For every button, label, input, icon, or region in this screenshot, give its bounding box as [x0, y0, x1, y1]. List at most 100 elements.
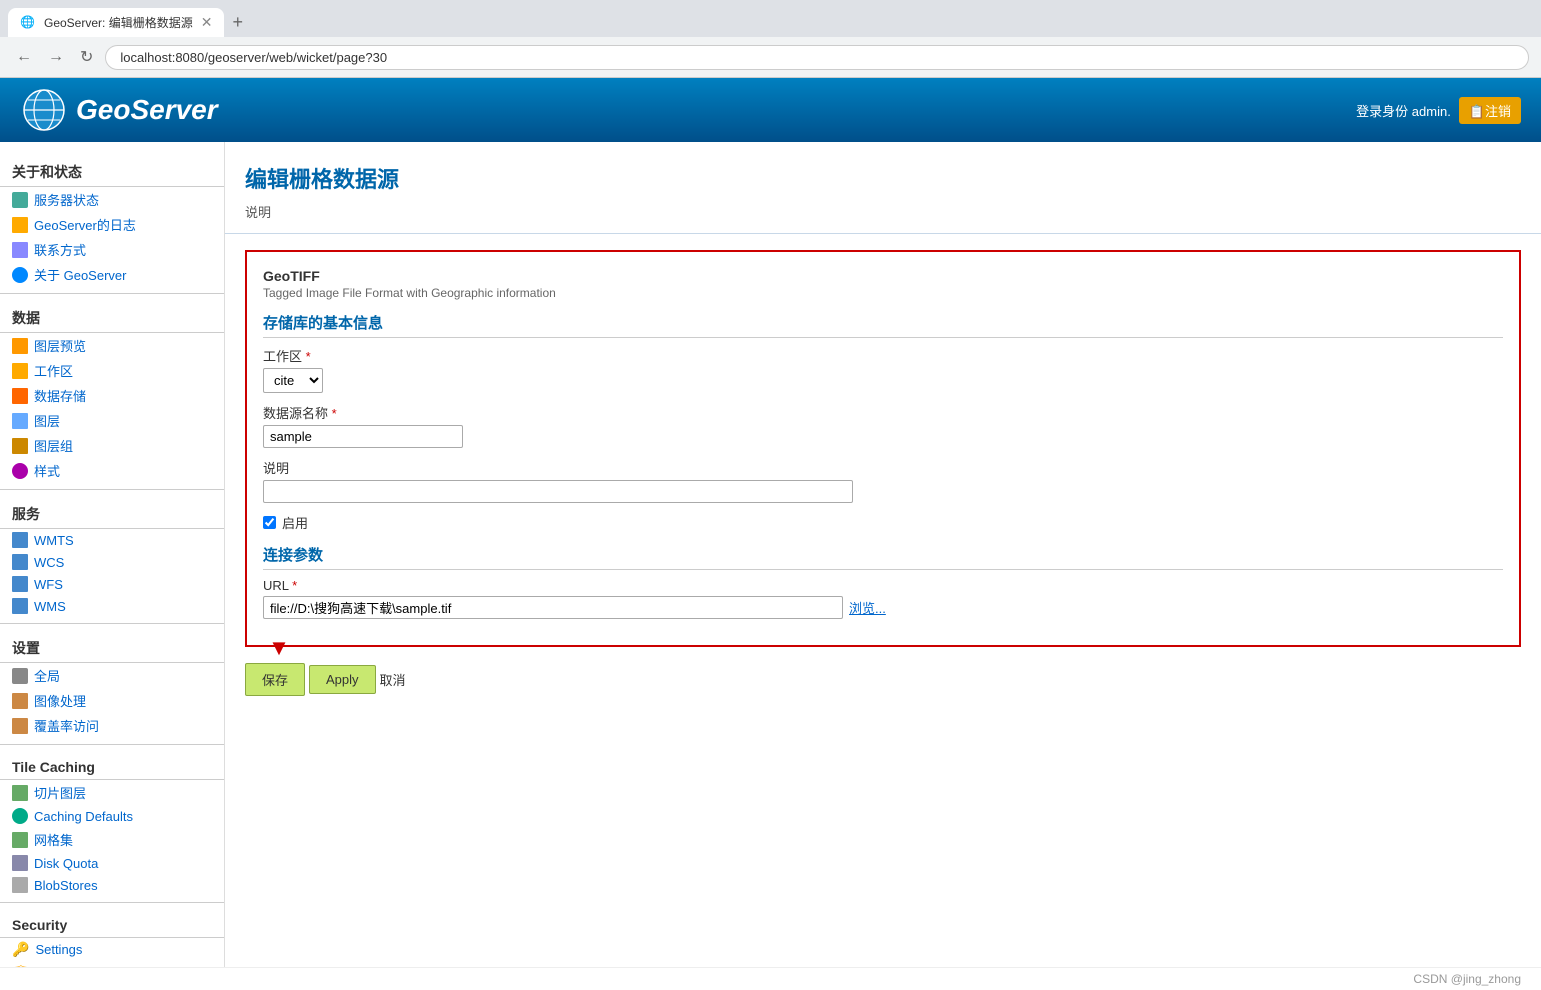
active-tab[interactable]: 🌐 GeoServer: 编辑栅格数据源 ✕ — [8, 8, 224, 37]
sidebar-item-coverage-access[interactable]: 覆盖率访问 — [0, 713, 224, 738]
workspace-select[interactable]: cite sf topp tiger nurc — [263, 368, 323, 393]
app-header-right: 登录身份 admin. 📋注销 — [1356, 97, 1521, 124]
sidebar-item-workspaces[interactable]: 工作区 — [0, 358, 224, 383]
sidebar-item-tile-layers[interactable]: 切片图层 — [0, 780, 224, 805]
geoserver-logo: GeoServer — [20, 86, 218, 134]
doc-icon — [12, 217, 28, 233]
save-area: ▼ 保存 — [245, 663, 305, 696]
sidebar-section-services: 服务 — [0, 496, 224, 529]
sidebar-label-workspaces: 工作区 — [34, 361, 73, 380]
connection-header: 连接参数 — [263, 544, 1503, 570]
mail-icon — [12, 242, 28, 258]
url-input[interactable] — [263, 596, 843, 619]
sidebar-label-security-settings: Settings — [35, 942, 82, 957]
gridset-icon — [12, 832, 28, 848]
sidebar-item-wcs[interactable]: WCS — [0, 551, 224, 573]
blob-icon — [12, 877, 28, 893]
sidebar-item-global[interactable]: 全局 — [0, 663, 224, 688]
action-area: ▼ 保存 Apply 取消 — [245, 663, 1521, 696]
sidebar-item-wfs[interactable]: WFS — [0, 573, 224, 595]
sidebar-item-blobstores[interactable]: BlobStores — [0, 874, 224, 896]
sidebar-item-server-status[interactable]: 服务器状态 — [0, 187, 224, 212]
sidebar-label-layers: 图层 — [34, 411, 60, 430]
sidebar-item-gridsets[interactable]: 网格集 — [0, 827, 224, 852]
settings-icon — [12, 668, 28, 684]
tab-close-button[interactable]: ✕ — [201, 14, 213, 31]
enabled-label: 启用 — [282, 513, 308, 532]
sidebar-item-about[interactable]: 关于 GeoServer — [0, 262, 224, 287]
sidebar-item-security-settings[interactable]: 🔑 Settings — [0, 938, 224, 961]
divider-settings — [0, 623, 224, 624]
url-label: URL * — [263, 578, 1503, 593]
sidebar: 关于和状态 服务器状态 GeoServer的日志 联系方式 关于 GeoServ… — [0, 142, 225, 967]
workspace-label: 工作区 * — [263, 346, 1503, 365]
app: GeoServer 登录身份 admin. 📋注销 关于和状态 服务器状态 Ge… — [0, 78, 1541, 990]
apply-button[interactable]: Apply — [309, 665, 376, 694]
enabled-checkbox[interactable] — [263, 516, 276, 529]
horizontal-divider — [225, 233, 1541, 234]
arrow-indicator: ▼ — [268, 635, 290, 661]
sidebar-label-layer-preview: 图层预览 — [34, 336, 86, 355]
sidebar-item-disk-quota[interactable]: Disk Quota — [0, 852, 224, 874]
tab-favicon: 🌐 — [20, 15, 36, 31]
nav-reload-button[interactable]: ↻ — [76, 43, 97, 71]
sidebar-label-styles: 样式 — [34, 461, 60, 480]
wmts-icon — [12, 532, 28, 548]
sidebar-section-security: Security — [0, 909, 224, 938]
sidebar-item-logs[interactable]: GeoServer的日志 — [0, 212, 224, 237]
sidebar-item-wmts[interactable]: WMTS — [0, 529, 224, 551]
sidebar-item-layergroups[interactable]: 图层组 — [0, 433, 224, 458]
sidebar-label-about: 关于 GeoServer — [34, 265, 126, 284]
sidebar-label-contact: 联系方式 — [34, 240, 86, 259]
logout-button[interactable]: 📋注销 — [1459, 97, 1521, 124]
sidebar-item-caching-defaults[interactable]: Caching Defaults — [0, 805, 224, 827]
wfs-icon — [12, 576, 28, 592]
sidebar-item-contact[interactable]: 联系方式 — [0, 237, 224, 262]
datasource-label: 数据源名称 * — [263, 403, 1503, 422]
style-icon — [12, 463, 28, 479]
nav-forward-button[interactable]: → — [44, 44, 68, 70]
store-icon — [12, 388, 28, 404]
sidebar-item-image-processing[interactable]: 图像处理 — [0, 688, 224, 713]
description-input[interactable] — [263, 480, 853, 503]
key-icon: 🔑 — [12, 941, 29, 958]
divider-security — [0, 902, 224, 903]
sidebar-section-data: 数据 — [0, 300, 224, 333]
sidebar-item-wms[interactable]: WMS — [0, 595, 224, 617]
format-type: GeoTIFF — [263, 268, 1503, 284]
nav-back-button[interactable]: ← — [12, 44, 36, 70]
section-label: 说明 — [245, 202, 1521, 221]
user-label: 登录身份 admin. — [1356, 101, 1451, 120]
monitor-icon — [12, 192, 28, 208]
sidebar-label-coverage-access: 覆盖率访问 — [34, 716, 99, 735]
datasource-required: * — [332, 406, 337, 421]
cancel-button[interactable]: 取消 — [380, 670, 406, 689]
group-icon — [12, 438, 28, 454]
logo-text: GeoServer — [76, 94, 218, 126]
new-tab-button[interactable]: + — [224, 8, 251, 37]
sidebar-item-layers[interactable]: 图层 — [0, 408, 224, 433]
sidebar-label-wms: WMS — [34, 599, 66, 614]
workspace-required: * — [306, 349, 311, 364]
form-panel: GeoTIFF Tagged Image File Format with Ge… — [245, 250, 1521, 647]
workspace-field-group: 工作区 * cite sf topp tiger nurc — [263, 346, 1503, 393]
browse-button[interactable]: 浏览... — [849, 598, 886, 617]
url-field-group: URL * 浏览... — [263, 578, 1503, 619]
sidebar-item-styles[interactable]: 样式 — [0, 458, 224, 483]
address-bar[interactable] — [105, 45, 1529, 70]
url-row: 浏览... — [263, 596, 1503, 619]
logo-globe-icon — [20, 86, 68, 134]
tab-title: GeoServer: 编辑栅格数据源 — [44, 14, 193, 31]
url-required: * — [292, 578, 297, 593]
divider-tile — [0, 744, 224, 745]
sidebar-label-wcs: WCS — [34, 555, 64, 570]
description-label: 说明 — [263, 458, 1503, 477]
sidebar-item-datastores[interactable]: 数据存储 — [0, 383, 224, 408]
sidebar-label-server-status: 服务器状态 — [34, 190, 99, 209]
browser-chrome: 🌐 GeoServer: 编辑栅格数据源 ✕ + ← → ↻ — [0, 0, 1541, 78]
datasource-input[interactable] — [263, 425, 463, 448]
enabled-row: 启用 — [263, 513, 1503, 532]
footer: CSDN @jing_zhong — [0, 967, 1541, 990]
save-button[interactable]: 保存 — [245, 663, 305, 696]
sidebar-item-layer-preview[interactable]: 图层预览 — [0, 333, 224, 358]
